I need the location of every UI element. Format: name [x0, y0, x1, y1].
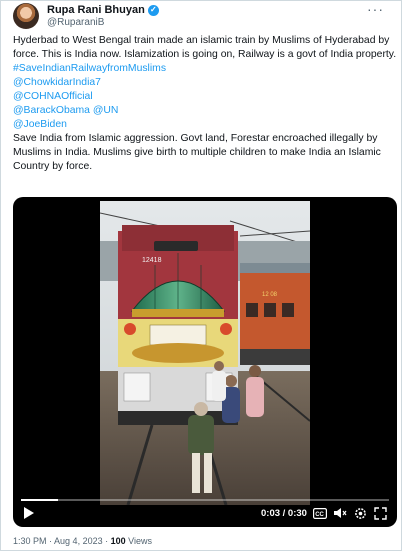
video-time-display: 0:03 / 0:30 — [261, 508, 307, 519]
views-label: Views — [125, 536, 152, 546]
svg-text:12 08: 12 08 — [262, 292, 278, 298]
svg-text:12418: 12418 — [142, 257, 162, 264]
mention-link[interactable]: @ChowkidarIndia7 — [13, 76, 397, 90]
author-handle[interactable]: @RuparaniB — [47, 17, 104, 28]
hashtag-link[interactable]: #SaveIndianRailwayfromMuslims — [13, 62, 397, 76]
meta-separator: · — [102, 536, 111, 546]
tweet-body-end: Save India from Islamic aggression. Govt… — [13, 133, 381, 172]
avatar[interactable] — [13, 3, 39, 29]
tweet-card: Rupa Rani Bhuyan ✓ @RuparaniB ··· Hyderb… — [0, 0, 402, 551]
mention-link[interactable]: @COHNAOfficial — [13, 90, 397, 104]
tweet-body-main: Hyderbad to West Bengal train made an is… — [13, 35, 397, 60]
verified-badge-icon: ✓ — [147, 4, 159, 16]
mention-link[interactable]: @JoeBiden — [13, 118, 397, 132]
mention-link[interactable]: @BarackObama @UN — [13, 104, 397, 118]
tweet-time[interactable]: 1:30 PM — [13, 536, 47, 546]
video-progress-bar[interactable] — [21, 499, 389, 501]
tweet-meta: 1:30 PM · Aug 4, 2023 · 100 Views — [13, 536, 152, 546]
svg-text:CC: CC — [315, 512, 324, 518]
tweet-text: Hyderbad to West Bengal train made an is… — [13, 34, 397, 174]
video-frame[interactable]: 12 08 12418 — [100, 201, 310, 505]
views-count: 100 — [110, 536, 126, 546]
fullscreen-icon[interactable] — [373, 506, 387, 520]
more-options-icon[interactable]: ··· — [367, 1, 384, 17]
video-player[interactable]: 12 08 12418 0:03 / 0:30 CC — [13, 197, 397, 527]
closed-captions-icon[interactable]: CC — [313, 506, 327, 520]
video-still: 12 08 12418 — [100, 201, 310, 505]
tweet-date[interactable]: Aug 4, 2023 — [54, 536, 103, 546]
play-icon[interactable] — [21, 506, 35, 520]
meta-separator: · — [46, 536, 55, 546]
author-name-row[interactable]: Rupa Rani Bhuyan ✓ — [47, 4, 159, 16]
video-progress-fill — [21, 499, 58, 501]
settings-icon[interactable] — [353, 506, 367, 520]
volume-icon[interactable] — [333, 506, 347, 520]
author-display-name[interactable]: Rupa Rani Bhuyan — [47, 4, 145, 16]
